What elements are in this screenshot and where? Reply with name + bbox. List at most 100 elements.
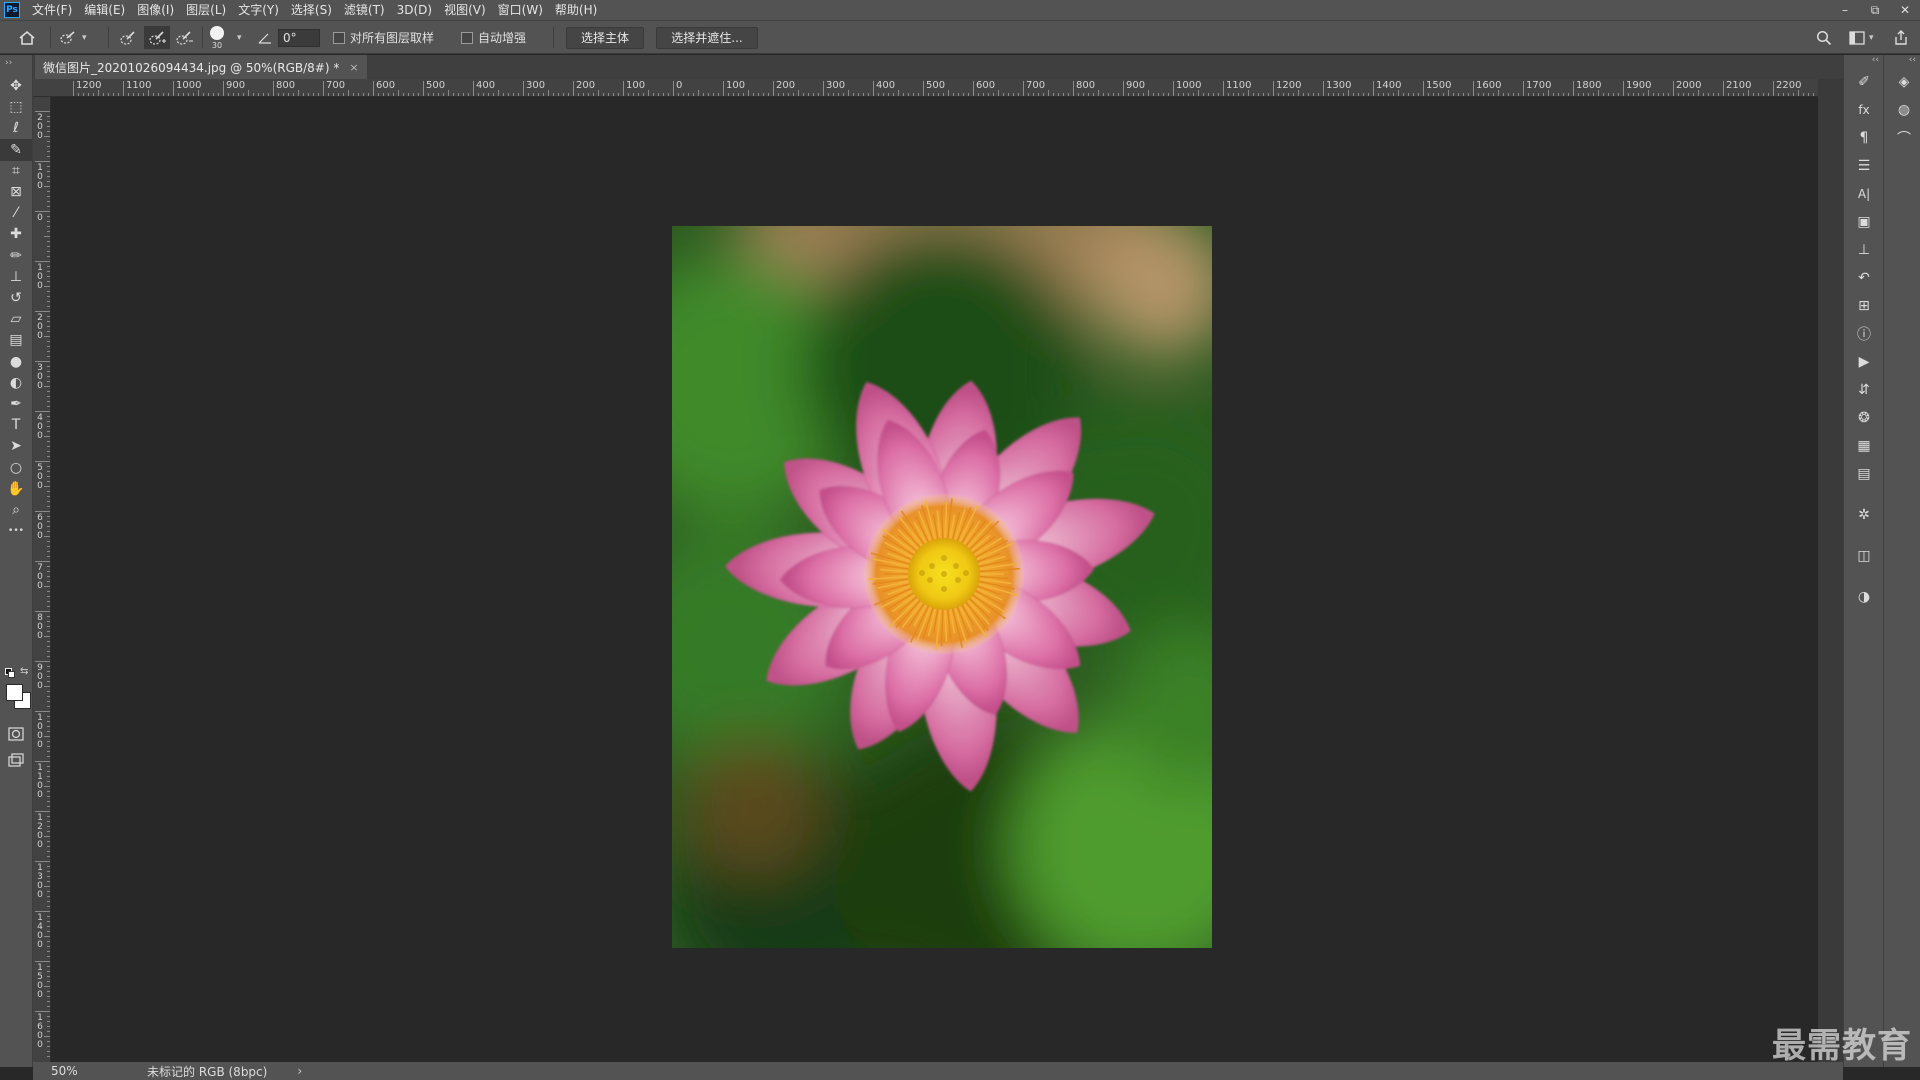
libraries-panel[interactable]: ▣ <box>1849 211 1879 233</box>
menu-item-3[interactable]: 图层(L) <box>180 0 232 20</box>
styles-panel[interactable]: fx <box>1849 99 1879 121</box>
workspace-icon <box>1849 30 1865 45</box>
channels-panel[interactable]: ◍ <box>1889 99 1919 121</box>
menu-item-7[interactable]: 3D(D) <box>391 0 438 20</box>
adjustments-panel[interactable]: ☰ <box>1849 155 1879 177</box>
expand-panels-2-icon[interactable]: ‹‹ <box>1909 55 1916 65</box>
eraser-tool[interactable]: ▱ <box>0 308 32 330</box>
table-panel[interactable]: ▦ <box>1849 435 1879 457</box>
quick-select-tool[interactable]: ✎ <box>0 138 32 161</box>
paths-panel[interactable]: ⌒ <box>1889 127 1919 149</box>
lasso-tool[interactable]: ℓ <box>0 117 32 139</box>
path-select-icon: ➤ <box>10 438 22 455</box>
history-brush-tool[interactable]: ↺ <box>0 287 32 309</box>
notes-panel[interactable]: ▤ <box>1849 463 1879 485</box>
paragraph-panel[interactable]: ¶ <box>1849 127 1879 149</box>
menu-item-1[interactable]: 编辑(E) <box>78 0 131 20</box>
color-panel[interactable]: ◑ <box>1849 586 1879 608</box>
brush-tool[interactable]: ✏ <box>0 245 32 267</box>
canvas-scroll-region[interactable] <box>1818 79 1843 1062</box>
path-select-tool[interactable]: ➤ <box>0 435 32 457</box>
home-button[interactable] <box>14 21 40 54</box>
frame-tool[interactable]: ⊠ <box>0 181 32 203</box>
zoom-level[interactable]: 50% <box>51 1064 111 1078</box>
info-panel[interactable]: ⓘ <box>1849 323 1879 345</box>
menu-item-0[interactable]: 文件(F) <box>26 0 78 20</box>
character-panel[interactable]: A| <box>1849 183 1879 205</box>
status-menu-arrow-icon[interactable]: › <box>297 1064 302 1078</box>
properties-panel[interactable]: ⊞ <box>1849 295 1879 317</box>
brush-size-picker[interactable]: 30 <box>210 21 224 54</box>
brush-tip-icon <box>210 25 224 40</box>
menu-item-6[interactable]: 滤镜(T) <box>338 0 391 20</box>
quick-mask-button[interactable] <box>0 723 32 745</box>
ruler-h-label: 1100 <box>126 80 152 91</box>
swap-colors-icon[interactable]: ⇆ <box>20 666 28 677</box>
gradient-tool[interactable]: ▤ <box>0 329 32 351</box>
auto-enhance-checkbox[interactable] <box>461 31 473 44</box>
restore-button[interactable]: ⧉ <box>1860 0 1890 20</box>
move-tool[interactable]: ✥ <box>0 75 32 97</box>
stamp-tool[interactable]: ⊥ <box>0 266 32 288</box>
menu-item-10[interactable]: 帮助(H) <box>549 0 603 20</box>
type-tool[interactable]: T <box>0 414 32 436</box>
dodge-tool[interactable]: ◐ <box>0 372 32 394</box>
add-selection-icon <box>149 30 166 45</box>
actions-panel[interactable]: ▶ <box>1849 351 1879 373</box>
close-tab-icon[interactable]: × <box>349 61 358 74</box>
document-image[interactable] <box>672 226 1212 948</box>
blur-tool[interactable]: ● <box>0 351 32 373</box>
share-button[interactable] <box>1893 21 1909 54</box>
navigator-panel[interactable]: ✲ <box>1849 504 1879 526</box>
search-button[interactable] <box>1816 21 1832 54</box>
menu-list: 文件(F) 编辑(E) 图像(I) 图层(L) 文字(Y) 选择(S) 滤镜(T) 3D(D)… <box>26 0 603 20</box>
ruler-h-label: 1000 <box>176 80 202 91</box>
healing-tool[interactable]: ✚ <box>0 223 32 245</box>
new-selection-mode-button[interactable] <box>118 21 138 54</box>
expand-panels-icon[interactable]: ‹‹ <box>1872 55 1879 65</box>
angle-input[interactable]: 0° <box>278 28 320 47</box>
export-panel[interactable]: ◫ <box>1849 545 1879 567</box>
layers-panel[interactable]: ◈ <box>1889 71 1919 93</box>
sample-all-layers-option[interactable]: 对所有图层取样 <box>333 21 434 54</box>
menu-item-4[interactable]: 文字(Y) <box>232 0 285 20</box>
document-tab[interactable]: 微信图片_20201026094434.jpg @ 50%(RGB/8#) * … <box>35 55 367 79</box>
more-tools[interactable]: ••• <box>0 520 32 542</box>
crop-tool[interactable]: ⌗ <box>0 160 32 182</box>
menu-item-8[interactable]: 视图(V) <box>438 0 492 20</box>
menu-item-5[interactable]: 选择(S) <box>285 0 338 20</box>
subtract-from-selection-mode-button[interactable] <box>174 21 194 54</box>
minimize-button[interactable]: – <box>1830 0 1860 20</box>
menu-item-2[interactable]: 图像(I) <box>131 0 180 20</box>
brush-settings-panel[interactable]: ✐ <box>1849 71 1879 93</box>
select-subject-button[interactable]: 选择主体 <box>566 26 644 49</box>
menu-item-9[interactable]: 窗口(W) <box>492 0 549 20</box>
pen-tool[interactable]: ✒ <box>0 393 32 415</box>
add-to-selection-mode-button[interactable] <box>144 26 170 49</box>
tool-preset-picker[interactable]: ▾ <box>58 21 87 54</box>
info-icon: ⓘ <box>1857 327 1871 343</box>
glyphs-panel[interactable]: ⇵ <box>1849 379 1879 401</box>
close-button[interactable]: ✕ <box>1890 0 1920 20</box>
horizontal-ruler[interactable]: 1200 1100 1000 900 800 700 600 500 400 300 200 100 0… <box>33 79 1818 97</box>
marquee-tool[interactable]: ⬚ <box>0 96 32 118</box>
eyedropper-tool[interactable]: ⁄ <box>0 202 32 224</box>
menu-bar: Ps 文件(F) 编辑(E) 图像(I) 图层(L) 文字(Y) 选择(S) 滤镜(T) 3D… <box>0 0 1920 20</box>
canvas-area[interactable] <box>51 97 1818 1062</box>
workspace-switcher[interactable]: ▾ <box>1849 21 1874 54</box>
select-and-mask-button[interactable]: 选择并遮住... <box>656 26 758 49</box>
brush-size-chevron-icon[interactable]: ▾ <box>237 21 242 54</box>
3d-panel[interactable]: ❂ <box>1849 407 1879 429</box>
hand-tool[interactable]: ✋ <box>0 478 32 500</box>
vertical-ruler[interactable]: 2 0 0 1 0 0 0 1 0 0 2 0 0 3 0 0 4 0 0 5 0 0 6 0 … <box>33 97 51 1062</box>
default-colors-icon[interactable] <box>5 668 15 678</box>
ellipse-tool[interactable]: ○ <box>0 457 32 479</box>
foreground-color-swatch[interactable] <box>6 684 23 701</box>
zoom-tool[interactable]: ⌕ <box>0 499 32 521</box>
collapse-toolbar-icon[interactable]: ›› <box>5 58 12 68</box>
auto-enhance-option[interactable]: 自动增强 <box>461 21 526 54</box>
clone-source-panel[interactable]: ⊥ <box>1849 239 1879 261</box>
screen-mode-button[interactable] <box>0 749 32 771</box>
history-panel[interactable]: ↶ <box>1849 267 1879 289</box>
sample-all-layers-checkbox[interactable] <box>333 31 345 44</box>
